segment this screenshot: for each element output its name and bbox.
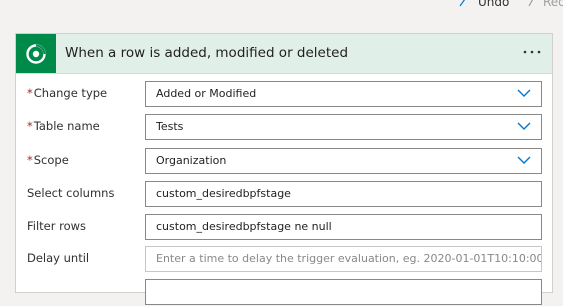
undo-button[interactable]: Undo [459,0,509,9]
scope-dropdown[interactable]: Organization [145,148,542,174]
chevron-down-icon [517,89,531,97]
select-columns-input[interactable]: custom_desiredbpfstage [145,181,542,207]
field-label-text: Table name [33,119,100,133]
field-value: Tests [156,120,184,133]
undo-label: Undo [478,0,510,9]
field-label: Filter rows [27,219,87,233]
field-label: *Change type [27,86,107,100]
field-row-filter-rows: Filter rows custom_desiredbpfstage ne nu… [16,214,552,241]
trigger-card-header[interactable]: When a row is added, modified or deleted [16,34,552,74]
command-bar: Undo Red [0,0,563,14]
dataverse-icon [26,43,46,64]
field-label-text: Scope [33,153,69,167]
redo-label: Red [543,0,563,9]
field-label: *Scope [27,153,69,167]
field-label-text: Change type [33,86,108,100]
field-value: Added or Modified [156,87,257,100]
more-icon [523,50,541,54]
undo-icon [459,0,466,7]
required-mark: * [27,153,33,167]
delay-until-input[interactable]: Enter a time to delay the trigger evalua… [145,246,542,272]
redo-button[interactable]: Red [528,0,563,9]
chevron-down-icon [517,156,531,164]
trigger-card: When a row is added, modified or deleted… [15,33,553,305]
required-mark: * [27,119,33,133]
table-name-dropdown[interactable]: Tests [145,114,542,140]
field-label: Select columns [27,186,115,200]
field-row-select-columns: Select columns custom_desiredbpfstage [16,181,552,208]
field-label: Delay until [27,251,90,265]
field-row-table-name: *Table name Tests [16,114,552,141]
change-type-dropdown[interactable]: Added or Modified [145,81,542,107]
trigger-title: When a row is added, modified or deleted [65,45,349,61]
more-options-button[interactable] [520,42,544,62]
redo-icon [528,0,534,7]
field-row-change-type: *Change type Added or Modified [16,81,552,108]
dataverse-logo [16,34,56,73]
field-row-delay-until: Delay until Enter a time to delay the tr… [16,246,552,273]
field-value: Organization [156,154,227,167]
required-mark: * [27,86,33,100]
next-field-input[interactable] [145,279,542,305]
field-label: *Table name [27,119,100,133]
field-row-partial [16,279,552,306]
filter-rows-input[interactable]: custom_desiredbpfstage ne null [145,214,542,240]
chevron-down-icon [517,122,531,130]
field-row-scope: *Scope Organization [16,148,552,175]
